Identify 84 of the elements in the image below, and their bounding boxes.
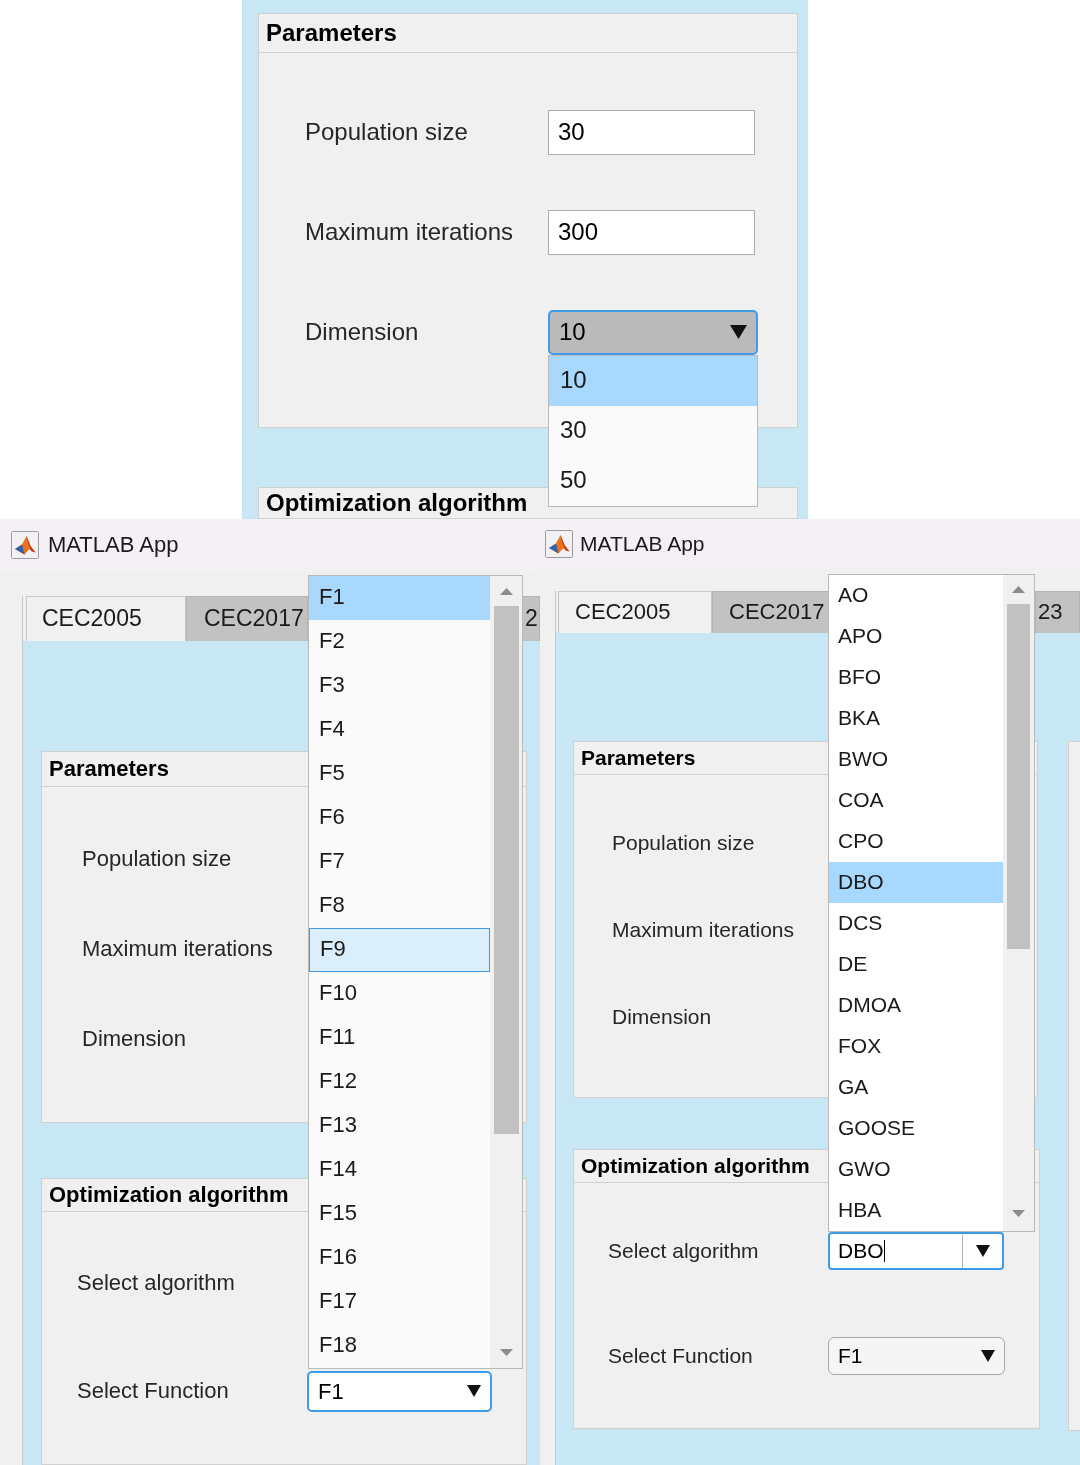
list-option[interactable]: GA (829, 1066, 1003, 1108)
panel-title: Optimization algorithm (49, 1181, 289, 1209)
list-option[interactable]: DBO (829, 861, 1003, 903)
scrollbar[interactable] (490, 575, 522, 1368)
list-option[interactable]: F10 (309, 971, 490, 1016)
window-title: MATLAB App (48, 531, 179, 559)
tab[interactable]: CEC2017 (712, 591, 829, 633)
caret-down-icon (467, 1385, 481, 1397)
list-option[interactable]: FOX (829, 1025, 1003, 1067)
list-option[interactable]: GWO (829, 1148, 1003, 1190)
list-option[interactable]: BFO (829, 656, 1003, 698)
tab[interactable]: 23 (1035, 591, 1080, 633)
dropdown[interactable]: F1 (307, 1370, 492, 1412)
field-label: Select Function (608, 1342, 754, 1369)
caret-down-icon (981, 1349, 995, 1362)
panel-title: Optimization algorithm (266, 488, 528, 518)
window-title: MATLAB App (580, 530, 705, 557)
text-field[interactable]: 30 (548, 109, 755, 155)
list-option[interactable]: COA (829, 779, 1003, 821)
list-option[interactable]: 10 (549, 355, 757, 406)
caret-down-icon (730, 325, 747, 339)
list-option[interactable]: F18 (309, 1323, 490, 1368)
list-option[interactable]: F7 (309, 839, 490, 884)
scroll-down-icon[interactable] (499, 1348, 513, 1356)
scrollbar-thumb[interactable] (1007, 603, 1030, 949)
list-option[interactable]: F16 (309, 1235, 490, 1280)
list-option[interactable]: APO (829, 615, 1003, 657)
tab[interactable]: CEC2005 (558, 591, 712, 633)
field-label: Select algorithm (608, 1237, 760, 1264)
list-option[interactable]: F1 (309, 575, 490, 620)
app-icon (545, 529, 573, 558)
scrollbar[interactable] (1003, 574, 1034, 1231)
list-option[interactable]: HBA (829, 1189, 1003, 1231)
field-label: Population size (305, 117, 469, 147)
dropdown[interactable]: 10 (548, 309, 758, 355)
list-option[interactable]: DCS (829, 902, 1003, 944)
combo-box[interactable]: DBO (828, 1231, 1004, 1270)
field-label: Population size (82, 845, 233, 873)
field-label: Population size (612, 829, 756, 856)
list-option[interactable]: BKA (829, 697, 1003, 739)
list-option[interactable]: F12 (309, 1059, 490, 1104)
list-option[interactable]: F2 (309, 619, 490, 664)
field-label: Dimension (82, 1025, 187, 1053)
list-option[interactable]: 50 (549, 455, 757, 506)
dropdown[interactable]: F1 (828, 1336, 1005, 1375)
tab[interactable]: CEC2017 (186, 596, 308, 641)
list-option[interactable]: DE (829, 943, 1003, 985)
scroll-up-icon[interactable] (1012, 585, 1025, 593)
list-option[interactable]: F13 (309, 1103, 490, 1148)
scrollbar-thumb[interactable] (493, 605, 519, 1134)
list-option[interactable]: F6 (309, 795, 490, 840)
list-option[interactable]: GOOSE (829, 1107, 1003, 1149)
field-label: Select algorithm (77, 1269, 236, 1297)
scroll-up-icon[interactable] (499, 587, 513, 595)
list-option[interactable]: F15 (309, 1191, 490, 1236)
field-label: Maximum iterations (305, 217, 515, 247)
scroll-down-icon[interactable] (1012, 1209, 1025, 1217)
panel-title: Parameters (266, 18, 397, 48)
panel-title: Optimization algorithm (581, 1153, 810, 1179)
caret-down-icon (975, 1244, 990, 1257)
text-field[interactable]: 300 (548, 209, 755, 255)
panel-title: Parameters (49, 755, 169, 783)
list-option[interactable]: F3 (309, 663, 490, 708)
text-cursor-icon (883, 1239, 885, 1262)
list-option[interactable]: F11 (309, 1015, 490, 1060)
list-option[interactable]: F5 (309, 751, 490, 796)
app-icon (11, 531, 39, 559)
list-option[interactable]: AO (829, 574, 1003, 616)
list-option[interactable]: 30 (549, 405, 757, 456)
list-option[interactable]: F9 (309, 927, 490, 972)
list-option[interactable]: F14 (309, 1147, 490, 1192)
tab[interactable]: CEC2005 (26, 596, 186, 641)
list-option[interactable]: CPO (829, 820, 1003, 862)
panel-title: Parameters (581, 745, 696, 771)
field-label: Maximum iterations (82, 935, 274, 963)
field-label: Dimension (612, 1003, 713, 1030)
list-option[interactable]: BWO (829, 738, 1003, 780)
list-option[interactable]: F17 (309, 1279, 490, 1324)
field-label: Select Function (77, 1377, 230, 1405)
list-option[interactable]: DMOA (829, 984, 1003, 1026)
field-label: Maximum iterations (612, 916, 796, 943)
list-option[interactable]: F4 (309, 707, 490, 752)
field-label: Dimension (305, 317, 420, 347)
list-option[interactable]: F8 (309, 883, 490, 928)
